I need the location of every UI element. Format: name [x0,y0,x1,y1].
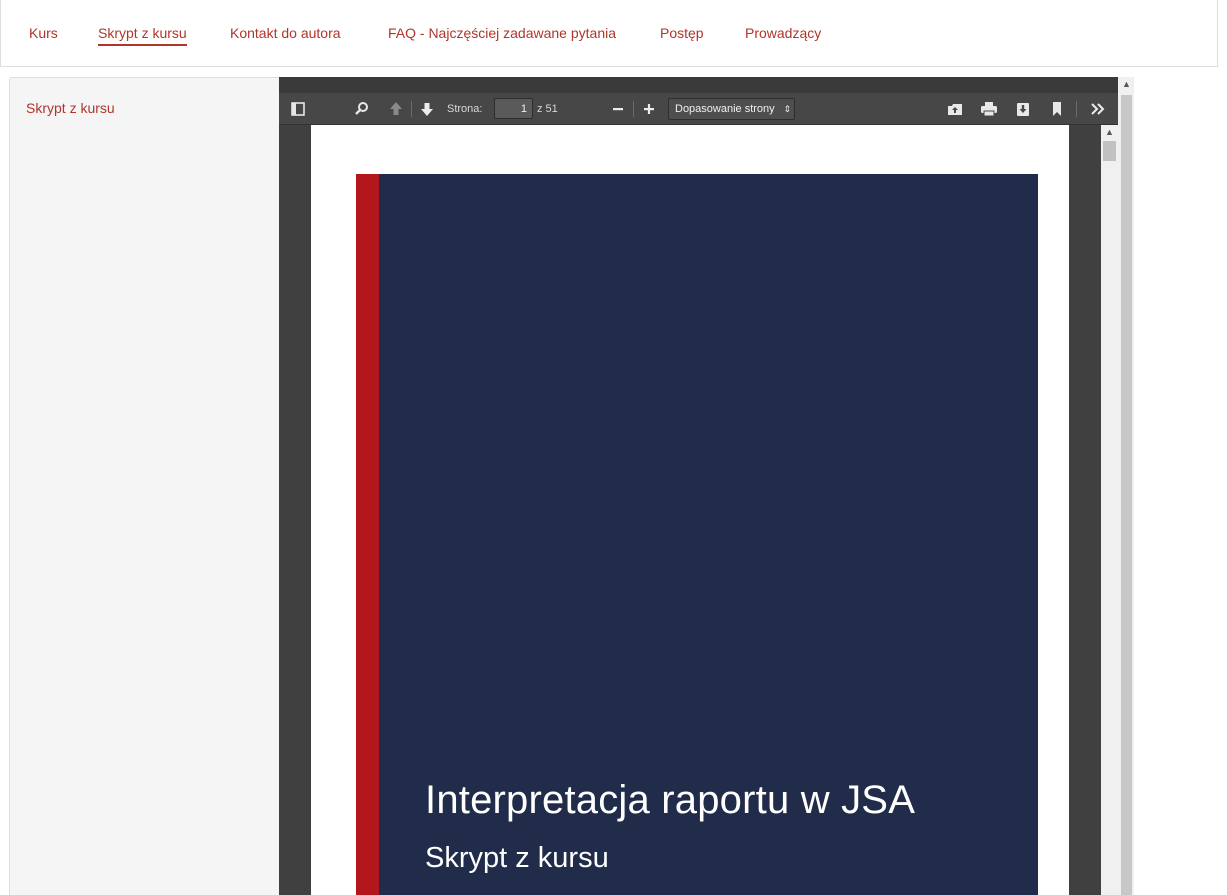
pdf-viewer: Strona: z 51 Dopasowanie strony ⇕ [279,77,1118,895]
document-subtitle: Skrypt z kursu [425,842,609,874]
previous-page-icon[interactable] [383,98,409,120]
zoom-out-icon[interactable] [605,98,631,120]
tab-prowadzacy[interactable]: Prowadzący [745,24,821,42]
print-icon[interactable] [976,98,1002,120]
zoom-in-icon[interactable] [636,98,662,120]
viewer-top-stripe [279,77,1118,93]
toolbar-separator [633,101,634,117]
sidebar-item-skrypt-z-kursu[interactable]: Skrypt z kursu [26,100,115,116]
sidebar-toggle-icon[interactable] [285,98,311,120]
tab-postep[interactable]: Postęp [660,24,704,42]
open-file-icon[interactable] [942,98,968,120]
chevron-updown-icon: ⇕ [783,104,791,114]
course-sidebar: Skrypt z kursu [9,77,279,895]
top-navigation: Kurs Skrypt z kursu Kontakt do autora FA… [0,0,1218,67]
page-number-input[interactable] [494,98,533,119]
pdf-toolbar: Strona: z 51 Dopasowanie strony ⇕ [279,93,1118,125]
frame-scrollbar-thumb[interactable] [1121,95,1132,895]
zoom-select[interactable]: Dopasowanie strony ⇕ [668,98,795,120]
scroll-up-icon[interactable]: ▲ [1105,127,1114,137]
tab-skrypt-z-kursu[interactable]: Skrypt z kursu [98,24,187,46]
cover-red-band [356,174,379,895]
download-icon[interactable] [1010,98,1036,120]
toolbar-separator [1076,101,1077,117]
total-pages: z 51 [537,103,558,115]
page-label: Strona: [447,103,483,115]
frame-scrollbar[interactable]: ▲ [1118,77,1134,895]
more-tools-icon[interactable] [1085,98,1111,120]
toolbar-separator [411,101,412,117]
search-icon[interactable] [349,98,375,120]
pdf-page: Interpretacja raportu w JSA Skrypt z kur… [311,125,1069,895]
document-title: Interpretacja raportu w JSA [425,778,916,822]
bookmark-icon[interactable] [1044,98,1070,120]
next-page-icon[interactable] [414,98,440,120]
viewer-scrollbar-thumb[interactable] [1103,141,1116,161]
zoom-select-value: Dopasowanie strony [675,103,775,115]
tab-kurs[interactable]: Kurs [29,24,58,42]
tab-faq[interactable]: FAQ - Najczęściej zadawane pytania [388,24,616,42]
scroll-up-icon[interactable]: ▲ [1122,79,1131,89]
document-cover: Interpretacja raportu w JSA Skrypt z kur… [356,174,1038,895]
viewer-scrollbar[interactable]: ▲ [1101,125,1118,895]
tab-kontakt-do-autora[interactable]: Kontakt do autora [230,24,341,42]
